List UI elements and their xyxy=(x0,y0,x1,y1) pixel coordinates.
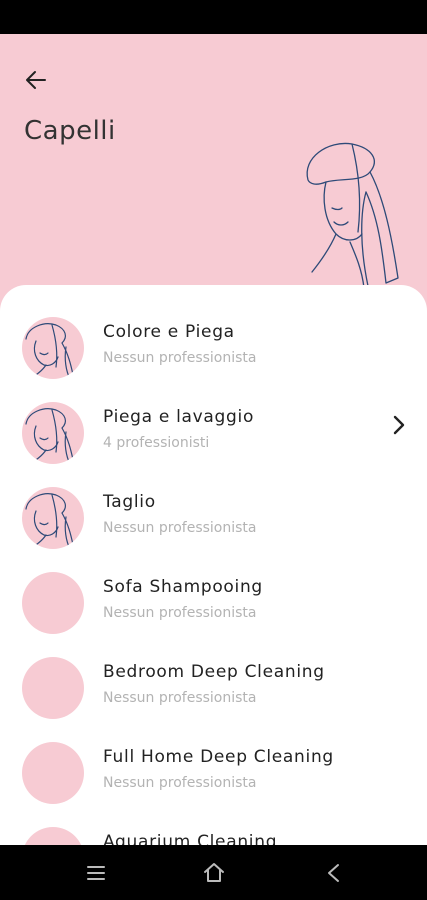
item-title: Full Home Deep Cleaning xyxy=(103,747,334,767)
service-avatar xyxy=(22,657,84,719)
system-nav-bar xyxy=(0,845,427,900)
item-subtitle: Nessun professionista xyxy=(103,690,257,706)
list-item[interactable]: Sofa Shampooing Nessun professionista xyxy=(0,572,427,657)
list-item[interactable]: Piega e lavaggio 4 professionisti xyxy=(0,402,427,487)
list-item[interactable]: Bedroom Deep Cleaning Nessun professioni… xyxy=(0,657,427,742)
service-avatar xyxy=(22,742,84,804)
page-title: Capelli xyxy=(24,116,116,146)
woman-hair-illustration xyxy=(306,142,399,289)
item-subtitle: Nessun professionista xyxy=(103,605,257,621)
service-avatar xyxy=(22,572,84,634)
list-item[interactable]: Taglio Nessun professionista xyxy=(0,487,427,572)
home-button[interactable] xyxy=(200,859,228,887)
back-triangle-icon xyxy=(328,864,339,882)
back-button[interactable] xyxy=(18,62,54,98)
item-title: Bedroom Deep Cleaning xyxy=(103,662,325,682)
item-subtitle: Nessun professionista xyxy=(103,520,257,536)
item-title: Taglio xyxy=(103,492,156,512)
back-nav-button[interactable] xyxy=(320,859,348,887)
item-subtitle: 4 professionisti xyxy=(103,435,210,451)
list-item[interactable]: Colore e Piega Nessun professionista xyxy=(0,317,427,402)
woman-hair-icon xyxy=(25,493,75,549)
item-subtitle: Nessun professionista xyxy=(103,350,257,366)
services-sheet: Colore e Piega Nessun professionista Pie… xyxy=(0,285,427,845)
arrow-left-icon xyxy=(26,71,46,89)
list-item[interactable]: Aquarium Cleaning xyxy=(0,827,427,845)
item-title: Piega e lavaggio xyxy=(103,407,255,427)
woman-hair-icon xyxy=(25,323,75,379)
item-title: Colore e Piega xyxy=(103,322,235,342)
item-subtitle: Nessun professionista xyxy=(103,775,257,791)
recent-apps-icon xyxy=(87,866,105,880)
service-avatar xyxy=(22,317,84,379)
chevron-right-icon xyxy=(393,415,405,435)
status-bar xyxy=(0,0,427,34)
service-avatar xyxy=(22,487,84,549)
list-item[interactable]: Full Home Deep Cleaning Nessun professio… xyxy=(0,742,427,827)
service-avatar xyxy=(22,827,84,845)
service-avatar xyxy=(22,402,84,464)
item-title: Sofa Shampooing xyxy=(103,577,263,597)
woman-hair-icon xyxy=(25,408,75,464)
home-icon xyxy=(204,863,224,882)
recent-apps-button[interactable] xyxy=(82,859,110,887)
item-title: Aquarium Cleaning xyxy=(103,832,278,845)
